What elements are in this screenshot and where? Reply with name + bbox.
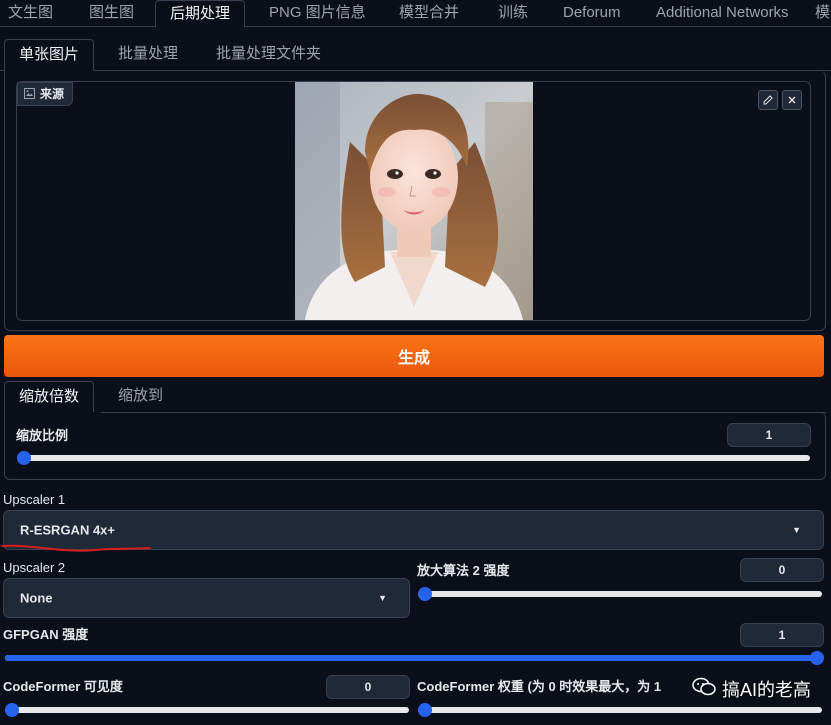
tab-additional-networks[interactable]: Additional Networks	[656, 0, 789, 27]
upscaler2-strength-input[interactable]: 0	[740, 558, 824, 582]
gfpgan-slider[interactable]	[5, 651, 824, 665]
source-image	[295, 82, 533, 320]
source-label-text: 来源	[40, 87, 65, 101]
upscaler2-strength-slider[interactable]	[418, 587, 822, 601]
tab-deforum[interactable]: Deforum	[563, 0, 621, 27]
edit-icon[interactable]	[758, 90, 778, 110]
gfpgan-slider-fill	[5, 655, 822, 661]
wechat-icon	[692, 677, 716, 702]
codeformer-weight-slider[interactable]	[418, 703, 822, 717]
upscaler2-strength-thumb[interactable]	[418, 587, 432, 601]
tab-checkpoint-merger[interactable]: 模型合并	[399, 0, 459, 27]
tab-batch-folder[interactable]: 批量处理文件夹	[216, 39, 321, 71]
codeformer-visibility-slider[interactable]	[5, 703, 409, 717]
resize-value-input[interactable]: 1	[727, 423, 811, 447]
tab-model-overflow[interactable]: 模	[815, 0, 830, 27]
upscaler2-select[interactable]: None ▼	[3, 578, 410, 618]
chevron-down-icon: ▼	[792, 525, 801, 535]
upscaler1-value: R-ESRGAN 4x+	[20, 522, 115, 538]
scale-panel	[4, 412, 826, 480]
image-icon	[24, 84, 35, 106]
upscaler2-label: Upscaler 2	[3, 560, 66, 575]
chevron-down-icon: ▼	[378, 593, 387, 603]
red-underline-annotation	[1, 544, 151, 552]
gfpgan-label: GFPGAN 强度	[3, 627, 89, 642]
codeformer-weight-label: CodeFormer 权重 (为 0 时效果最大，为 1	[417, 679, 662, 694]
upscaler2-value: None	[20, 590, 53, 606]
tab-single-image[interactable]: 单张图片	[4, 39, 95, 71]
resize-slider-thumb[interactable]	[17, 451, 31, 465]
source-label: 来源	[17, 82, 74, 106]
tab-scale-by[interactable]: 缩放倍数	[4, 381, 95, 413]
generate-button[interactable]: 生成	[4, 335, 824, 377]
tab-png-info[interactable]: PNG 图片信息	[269, 0, 366, 27]
resize-slider[interactable]	[17, 451, 810, 465]
codeformer-visibility-label: CodeFormer 可见度	[3, 679, 123, 694]
resize-label: 缩放比例	[16, 428, 69, 443]
gfpgan-slider-thumb[interactable]	[810, 651, 824, 665]
gfpgan-value-input[interactable]: 1	[740, 623, 824, 647]
main-tab-bar: 文生图 图生图 后期处理 PNG 图片信息 模型合并 训练 Deforum Ad…	[0, 0, 831, 28]
tab-batch-process[interactable]: 批量处理	[118, 39, 178, 71]
scale-tab-divider	[101, 412, 826, 413]
tab-scale-to[interactable]: 缩放到	[118, 381, 163, 413]
tab-train[interactable]: 训练	[498, 0, 528, 27]
watermark: 搞AI的老高	[692, 674, 811, 704]
tab-img2img[interactable]: 图生图	[89, 0, 134, 27]
tab-txt2img[interactable]: 文生图	[8, 0, 53, 27]
codeformer-visibility-thumb[interactable]	[5, 703, 19, 717]
watermark-text: 搞AI的老高	[721, 680, 811, 700]
upscaler2-strength-label: 放大算法 2 强度	[417, 563, 510, 578]
codeformer-visibility-input[interactable]: 0	[326, 675, 410, 699]
codeformer-weight-thumb[interactable]	[418, 703, 432, 717]
close-icon[interactable]	[782, 90, 802, 110]
tab-extras[interactable]: 后期处理	[155, 0, 246, 28]
upscaler1-label: Upscaler 1	[3, 492, 66, 507]
